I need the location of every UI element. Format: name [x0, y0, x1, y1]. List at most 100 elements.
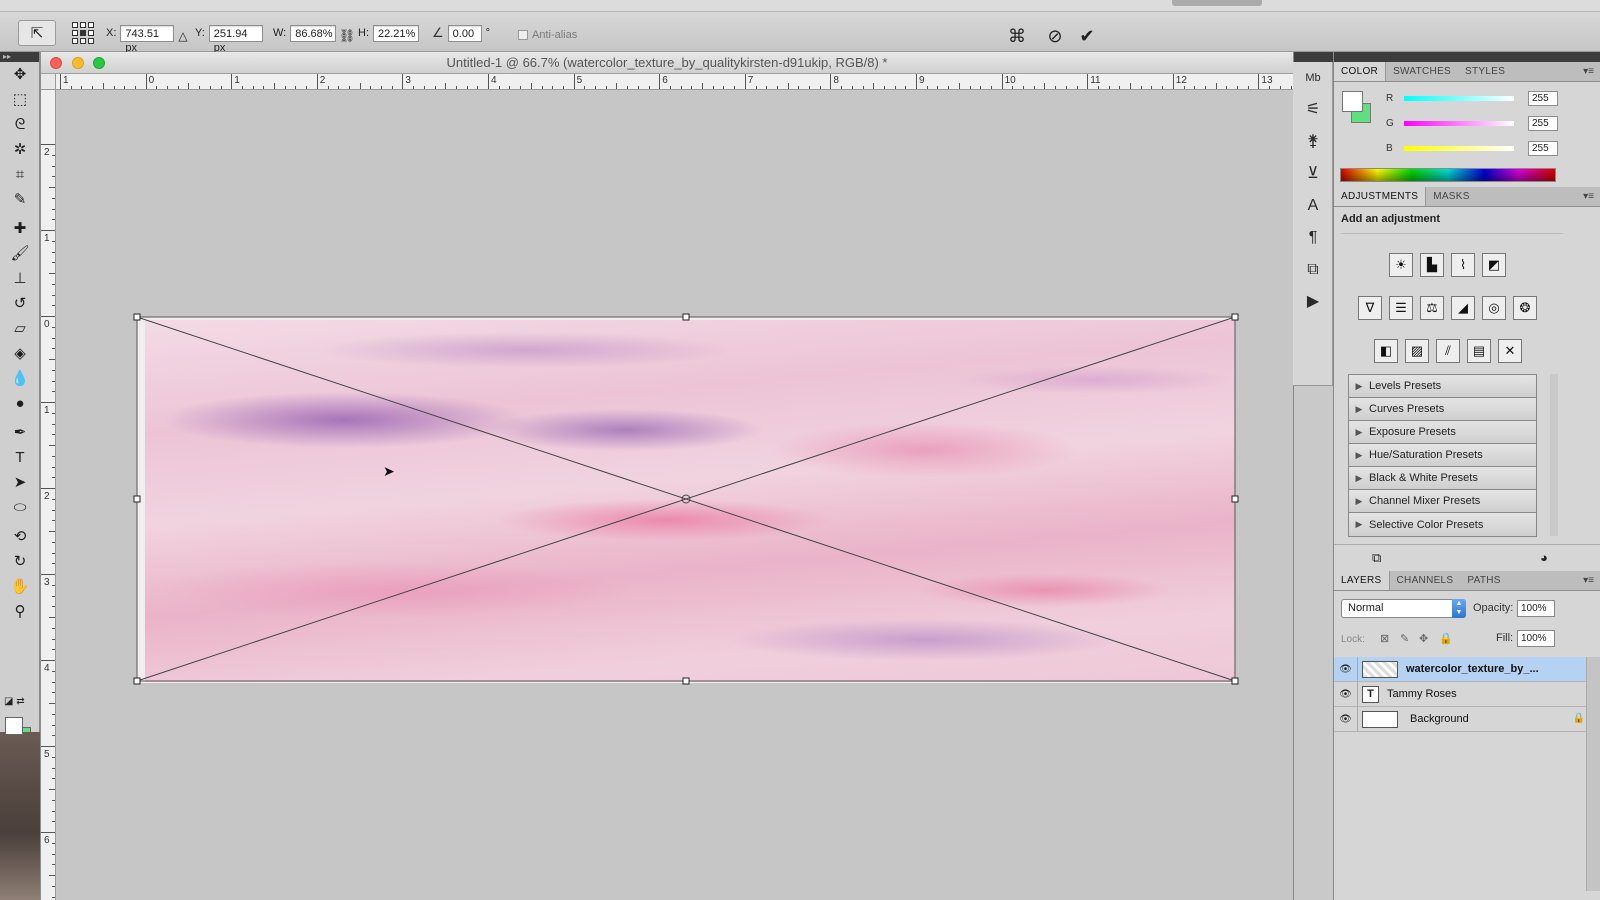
red-value-input[interactable]: 255 [1528, 90, 1558, 106]
channel-mixer-icon[interactable]: ❂ [1513, 296, 1537, 320]
preset-item[interactable]: ▶ Channel Mixer Presets [1349, 490, 1536, 513]
preset-item[interactable]: ▶ Levels Presets [1349, 375, 1536, 398]
path-selection-tool-icon[interactable]: ➤ [0, 470, 40, 495]
lock-all-icon[interactable]: 🔒 [1439, 632, 1453, 645]
vertical-ruler[interactable]: 2 1 0 1 2 3 4 5 6 [41, 90, 56, 900]
marquee-tool-icon[interactable]: ⬚ [0, 87, 40, 112]
menu-strip-tab[interactable] [1172, 0, 1262, 6]
preset-item[interactable]: ▶ Black & White Presets [1349, 467, 1536, 490]
move-tool-icon[interactable]: ✥ [0, 62, 40, 87]
transform-handle-right[interactable] [1231, 495, 1239, 503]
invert-icon[interactable]: ◧ [1374, 339, 1398, 363]
anti-alias-checkbox[interactable]: Anti-alias [518, 29, 577, 41]
transform-handle-bottom-right[interactable] [1231, 677, 1239, 685]
h-input[interactable]: 22.21% [373, 24, 419, 42]
panel-menu-icon[interactable]: ▾≡ [1583, 187, 1594, 207]
preset-item[interactable]: ▶ Exposure Presets [1349, 421, 1536, 444]
horizontal-ruler[interactable]: 1 0 1 2 3 4 5 6 7 8 9 10 11 12 13 [56, 74, 1293, 90]
lock-position-icon[interactable]: ✥ [1419, 632, 1428, 645]
layer-row-background[interactable]: 👁 Background 🔒 [1334, 706, 1600, 732]
eye-icon[interactable]: 👁 [1334, 656, 1358, 682]
transform-handle-bottom-left[interactable] [133, 677, 141, 685]
vibrance-icon[interactable]: ∇ [1358, 296, 1382, 320]
tool-preset-picker[interactable]: ⇱ [18, 20, 56, 46]
disclosure-triangle-icon[interactable]: ▶ [1349, 404, 1369, 415]
healing-brush-tool-icon[interactable]: ✚ [0, 216, 40, 241]
x-input[interactable]: 743.51 px [120, 24, 175, 54]
ruler-origin[interactable] [41, 74, 56, 90]
exposure-icon[interactable]: ◩ [1482, 253, 1506, 277]
mini-bridge-icon[interactable]: Mb [1293, 62, 1333, 94]
disclosure-triangle-icon[interactable]: ▶ [1349, 473, 1369, 484]
tab-adjustments[interactable]: ADJUSTMENTS [1334, 187, 1427, 206]
cancel-transform-icon[interactable]: ⊘ [1044, 25, 1066, 47]
panel-menu-icon[interactable]: ▾≡ [1583, 571, 1594, 591]
transform-handle-top-left[interactable] [133, 313, 141, 321]
eye-icon[interactable]: 👁 [1334, 706, 1358, 732]
color-panel-foreground-swatch[interactable] [1342, 91, 1363, 112]
selective-color-icon[interactable]: ✕ [1498, 339, 1522, 363]
w-input[interactable]: 86.68% [290, 24, 337, 42]
disclosure-triangle-icon[interactable]: ▶ [1349, 450, 1369, 461]
transform-handle-top[interactable] [682, 313, 690, 321]
disclosure-triangle-icon[interactable]: ▶ [1349, 381, 1369, 392]
fill-input[interactable]: 100% [1517, 630, 1555, 647]
anti-alias-box[interactable] [518, 30, 528, 40]
panel-menu-icon[interactable]: ▾≡ [1583, 62, 1594, 82]
angle-input[interactable]: 0.00 [447, 24, 482, 42]
lasso-tool-icon[interactable]: ᘓ [0, 112, 40, 137]
y-input[interactable]: 251.94 px [208, 24, 263, 54]
blur-tool-icon[interactable]: 💧 [0, 366, 40, 391]
brush-presets-icon[interactable]: ⚟ [1293, 94, 1333, 126]
blend-mode-stepper-icon[interactable]: ▲ ▼ [1452, 599, 1466, 618]
zoom-window-icon[interactable] [93, 57, 105, 69]
transform-handle-bottom[interactable] [682, 677, 690, 685]
visibility-toggle-icon[interactable]: ◕ [1540, 550, 1548, 565]
tab-paths[interactable]: PATHS [1460, 571, 1507, 590]
commit-transform-icon[interactable]: ✔ [1076, 25, 1098, 47]
red-slider[interactable] [1404, 95, 1514, 101]
tab-swatches[interactable]: SWATCHES [1386, 62, 1458, 81]
relative-position-icon[interactable]: △ [172, 25, 194, 47]
transform-handle-top-right[interactable] [1231, 313, 1239, 321]
green-slider[interactable] [1404, 120, 1514, 126]
close-window-icon[interactable] [50, 57, 62, 69]
disclosure-triangle-icon[interactable]: ▶ [1349, 496, 1369, 507]
crop-tool-icon[interactable]: ⌗ [0, 162, 40, 187]
lock-pixels-icon[interactable]: ✎ [1400, 632, 1409, 645]
paint-bucket-tool-icon[interactable]: ◈ [0, 341, 40, 366]
warp-mode-icon[interactable]: ⌘ [1006, 25, 1028, 47]
transform-handle-left[interactable] [133, 495, 141, 503]
3d-orbit-tool-icon[interactable]: ↻ [0, 549, 40, 574]
pen-tool-icon[interactable]: ✒ [0, 420, 40, 445]
lock-transparency-icon[interactable]: ⊠ [1380, 632, 1389, 645]
color-spectrum-bar[interactable] [1340, 168, 1556, 182]
quick-selection-tool-icon[interactable]: ✲ [0, 137, 40, 162]
blend-mode-select[interactable]: Normal ▲ ▼ [1341, 599, 1466, 618]
right-panels-grip[interactable] [1334, 52, 1600, 62]
opacity-input[interactable]: 100% [1517, 600, 1555, 617]
layer-row-watercolor[interactable]: 👁 watercolor_texture_by_... [1334, 656, 1600, 682]
tab-layers[interactable]: LAYERS [1334, 571, 1390, 590]
hue-saturation-icon[interactable]: ☰ [1389, 296, 1413, 320]
preset-item[interactable]: ▶ Hue/Saturation Presets [1349, 444, 1536, 467]
preset-item[interactable]: ▶ Selective Color Presets [1349, 513, 1536, 536]
disclosure-triangle-icon[interactable]: ▶ [1349, 427, 1369, 438]
actions-panel-icon[interactable]: ▶ [1293, 286, 1333, 318]
foreground-color-swatch[interactable] [5, 717, 23, 735]
curves-icon[interactable]: ⌇ [1451, 253, 1475, 277]
character-panel-icon[interactable]: A [1293, 190, 1333, 222]
blue-slider[interactable] [1404, 145, 1514, 151]
levels-icon[interactable]: ▙ [1420, 253, 1444, 277]
color-balance-icon[interactable]: ⚖ [1420, 296, 1444, 320]
layer-row-tammy-roses[interactable]: 👁 T Tammy Roses [1334, 681, 1600, 707]
canvas-area[interactable]: ➤ [57, 91, 1293, 900]
dock-grip[interactable] [1294, 52, 1333, 62]
clone-stamp-tool-icon[interactable]: ⊥ [0, 266, 40, 291]
tools-panel-grip[interactable]: ▸▸ [0, 52, 39, 62]
tab-color[interactable]: COLOR [1334, 62, 1387, 81]
blue-value-input[interactable]: 255 [1528, 140, 1558, 156]
type-tool-icon[interactable]: T [0, 445, 40, 470]
eye-icon[interactable]: 👁 [1334, 681, 1358, 707]
preset-item[interactable]: ▶ Curves Presets [1349, 398, 1536, 421]
